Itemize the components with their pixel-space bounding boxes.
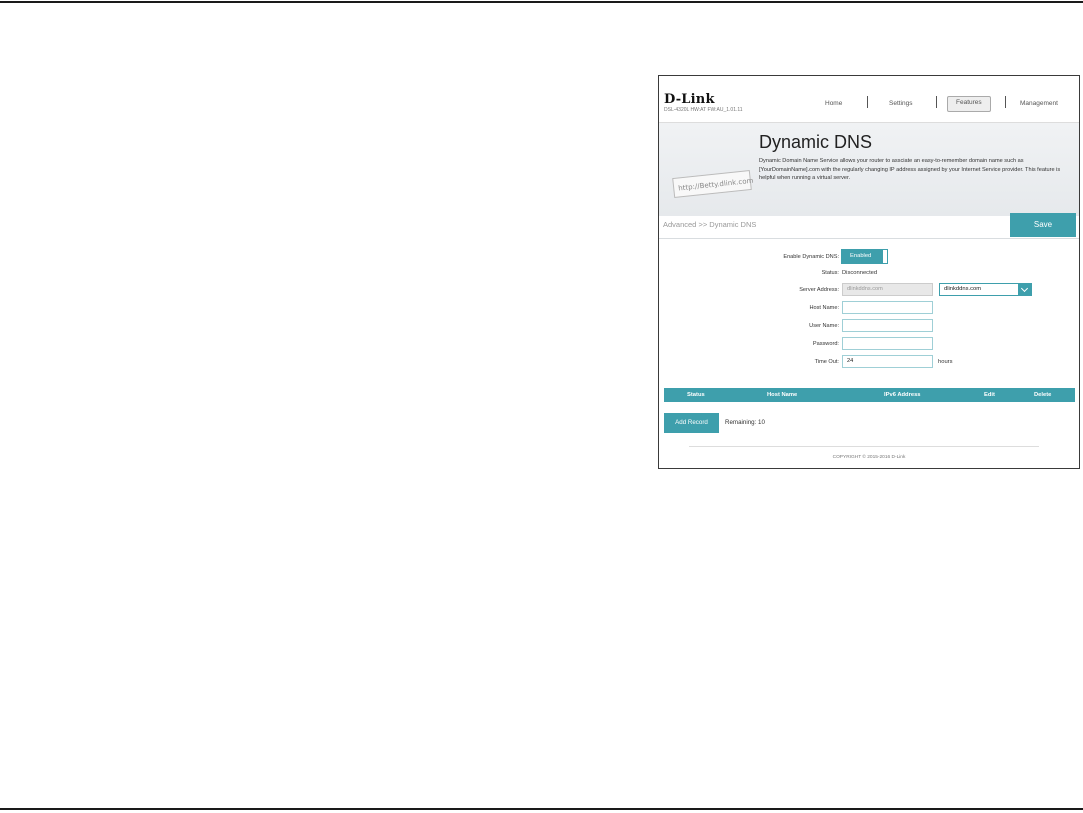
footer-divider — [689, 446, 1039, 447]
nav-separator — [936, 96, 937, 108]
status-row: Status: Disconnected — [659, 266, 1079, 280]
save-button[interactable]: Save — [1010, 213, 1076, 237]
nav-features[interactable]: Features — [947, 96, 991, 112]
host-name-row: Host Name: — [659, 301, 1079, 315]
enable-ddns-label: Enable Dynamic DNS: — [783, 254, 839, 260]
server-select-value: dlinkddns.com — [944, 286, 982, 292]
records-table-header: Status Host Name IPv6 Address Edit Delet… — [664, 388, 1075, 402]
chevron-down-icon[interactable] — [1018, 283, 1032, 296]
user-name-label: User Name: — [809, 323, 839, 329]
timeout-unit: hours — [938, 359, 953, 365]
password-label: Password: — [812, 341, 839, 347]
password-row: Password: — [659, 337, 1079, 351]
user-name-row: User Name: — [659, 319, 1079, 333]
nav-management[interactable]: Management — [1020, 97, 1058, 111]
nav-separator — [867, 96, 868, 108]
user-name-input[interactable] — [842, 319, 933, 332]
add-record-button[interactable]: Add Record — [664, 413, 719, 433]
host-name-input[interactable] — [842, 301, 933, 314]
page-title: Dynamic DNS — [759, 132, 873, 152]
header: D-Link DSL-4320L HW:AT FW:AU_1.01.11 Hom… — [659, 76, 1079, 122]
enable-ddns-row: Enable Dynamic DNS: Enabled — [659, 249, 1079, 264]
server-address-row: Server Address: dlinkddns.com dlinkddns.… — [659, 283, 1079, 297]
bottom-rule — [0, 808, 1083, 810]
col-delete: Delete — [1034, 392, 1052, 398]
top-rule — [0, 1, 1083, 3]
col-host-name: Host Name — [767, 392, 798, 398]
server-select[interactable]: dlinkddns.com — [939, 283, 1032, 296]
timeout-row: Time Out: 24 hours — [659, 355, 1079, 369]
timeout-input[interactable]: 24 — [842, 355, 933, 368]
status-label: Status: — [821, 270, 839, 276]
nav-separator — [1005, 96, 1006, 108]
breadcrumb: Advanced >> Dynamic DNS — [663, 220, 757, 229]
host-name-label: Host Name: — [809, 305, 839, 311]
model-info: DSL-4320L HW:AT FW:AU_1.01.11 — [664, 107, 743, 113]
remaining-count: Remaining: 10 — [725, 419, 765, 426]
timeout-label: Time Out: — [814, 359, 839, 365]
col-ipv6-address: IPv6 Address — [884, 392, 921, 398]
copyright: COPYRIGHT © 2015-2016 D-Link — [832, 455, 906, 460]
page-description: Dynamic Domain Name Service allows your … — [759, 158, 1061, 181]
dlink-logo: D-Link — [664, 92, 715, 107]
col-status: Status — [687, 392, 705, 398]
enable-ddns-toggle[interactable]: Enabled — [841, 249, 888, 264]
nav-home[interactable]: Home — [825, 97, 842, 111]
router-ui-screenshot: D-Link DSL-4320L HW:AT FW:AU_1.01.11 Hom… — [658, 75, 1080, 469]
server-address-input: dlinkddns.com — [842, 283, 933, 296]
nav-settings[interactable]: Settings — [889, 97, 913, 111]
divider — [659, 238, 1079, 239]
col-edit: Edit — [984, 392, 995, 398]
status-value: Disconnected — [842, 270, 878, 276]
server-address-label: Server Address: — [799, 287, 839, 293]
password-input[interactable] — [842, 337, 933, 350]
